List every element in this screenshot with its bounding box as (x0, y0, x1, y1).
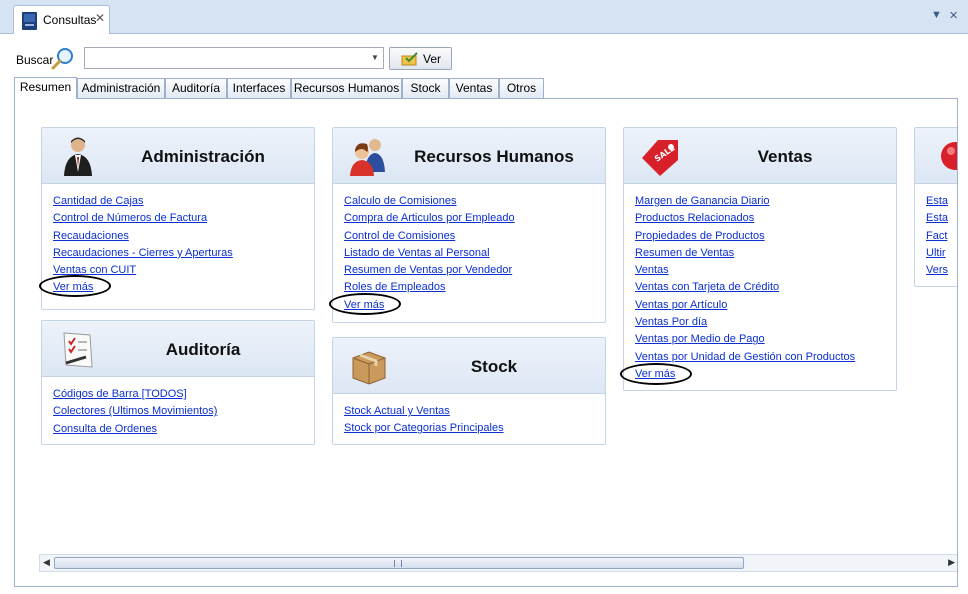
link-ventas-por-articulo[interactable]: Ventas por Artículo (635, 297, 855, 314)
card-header: SALE Ventas (624, 128, 896, 184)
horizontal-scrollbar[interactable]: ◀ ▶ (39, 554, 957, 572)
box-icon (352, 351, 386, 385)
document-tab-consultas[interactable]: Consultas ✕ (13, 5, 110, 34)
link-list: Códigos de Barra [TODOS] Colectores (Ult… (53, 386, 217, 438)
resumen-tab-panel: Administración Cantidad de Cajas Control… (14, 98, 958, 587)
link-recaudaciones-cierres[interactable]: Recaudaciones - Cierres y Aperturas (53, 245, 233, 262)
link-consulta-de-ordenes[interactable]: Consulta de Ordenes (53, 421, 217, 438)
link-colectores[interactable]: Colectores (Ultimos Movimientos) (53, 403, 217, 420)
link-list: Stock Actual y Ventas Stock por Categori… (344, 403, 504, 438)
card-header: Stock (333, 338, 605, 394)
card-title: Recursos Humanos (414, 147, 574, 166)
businessman-icon (64, 137, 92, 176)
link-ventas-con-cuit[interactable]: Ventas con CUIT (53, 262, 233, 279)
search-label: Buscar (16, 53, 54, 67)
link-control-numeros-factura[interactable]: Control de Números de Factura (53, 210, 233, 227)
main-panel: Buscar ▼ Ver Resumen Administración Audi… (0, 34, 968, 594)
tab-auditoria[interactable]: Auditoría (165, 78, 227, 99)
link-stock-actual-ventas[interactable]: Stock Actual y Ventas (344, 403, 504, 420)
search-combobox[interactable]: ▼ (84, 47, 384, 69)
link-partial-4[interactable]: Ultir (926, 245, 948, 262)
link-ventas-por-dia[interactable]: Ventas Por día (635, 314, 855, 331)
link-stock-categorias[interactable]: Stock por Categorias Principales (344, 420, 504, 437)
grip-icon (394, 560, 402, 567)
ver-button-label: Ver (423, 52, 442, 66)
link-propiedades-productos[interactable]: Propiedades de Productos (635, 228, 855, 245)
card-administracion: Administración Cantidad de Cajas Control… (39, 127, 315, 310)
link-productos-relacionados[interactable]: Productos Relacionados (635, 210, 855, 227)
tab-ventas[interactable]: Ventas (449, 78, 499, 99)
link-codigos-de-barra[interactable]: Códigos de Barra [TODOS] (53, 386, 217, 403)
link-roles-empleados[interactable]: Roles de Empleados (344, 279, 515, 296)
link-partial-3[interactable]: Fact (926, 228, 948, 245)
link-listado-ventas-personal[interactable]: Listado de Ventas al Personal (344, 245, 515, 262)
card-ventas: SALE Ventas Margen de Ganancia Diario Pr… (620, 127, 897, 391)
link-list: Margen de Ganancia Diario Productos Rela… (635, 193, 855, 383)
link-cantidad-de-cajas[interactable]: Cantidad de Cajas (53, 193, 233, 210)
scroll-right-icon[interactable]: ▶ (948, 557, 955, 568)
sale-tag-icon: SALE (642, 140, 678, 176)
document-tab-title: Consultas (43, 13, 97, 27)
link-partial-5[interactable]: Vers (926, 262, 948, 279)
ver-button[interactable]: Ver (389, 47, 452, 70)
close-tab-icon[interactable]: ✕ (95, 11, 105, 25)
scroll-left-icon[interactable]: ◀ (43, 557, 50, 568)
link-ventas-tarjeta-credito[interactable]: Ventas con Tarjeta de Crédito (635, 279, 855, 296)
link-ventas-unidad-gestion[interactable]: Ventas por Unidad de Gestión con Product… (635, 349, 855, 366)
document-tab-strip: Consultas ✕ ▼ ✕ (0, 0, 968, 34)
tab-recursos-humanos[interactable]: Recursos Humanos (291, 78, 402, 99)
red-circle-icon (941, 142, 957, 170)
check-folder-icon (401, 52, 418, 66)
link-list: Cantidad de Cajas Control de Números de … (53, 193, 233, 297)
chevron-down-icon[interactable]: ▼ (367, 48, 383, 68)
link-compra-articulos-empleado[interactable]: Compra de Articulos por Empleado (344, 210, 515, 227)
magnifier-icon (51, 48, 73, 70)
app-icon (22, 12, 37, 30)
link-ventas-medio-pago[interactable]: Ventas por Medio de Pago (635, 331, 855, 348)
link-resumen-ventas-vendedor[interactable]: Resumen de Ventas por Vendedor (344, 262, 515, 279)
close-window-icon[interactable]: ✕ (949, 9, 958, 22)
tab-interfaces[interactable]: Interfaces (227, 78, 291, 99)
tab-administracion[interactable]: Administración (77, 78, 165, 99)
card-title: Administración (141, 147, 265, 166)
link-resumen-ventas[interactable]: Resumen de Ventas (635, 245, 855, 262)
tab-stock[interactable]: Stock (402, 78, 449, 99)
card-title: Stock (470, 357, 518, 376)
card-header (915, 128, 957, 184)
link-margen-ganancia[interactable]: Margen de Ganancia Diario (635, 193, 855, 210)
link-control-comisiones[interactable]: Control de Comisiones (344, 228, 515, 245)
link-ver-mas[interactable]: Ver más (344, 297, 515, 314)
card-header: Auditoría (42, 321, 314, 377)
card-partial-otros: Esta Esta Fact Ultir Vers (914, 127, 957, 287)
link-list: Calculo de Comisiones Compra de Articulo… (344, 193, 515, 314)
link-partial-2[interactable]: Esta (926, 210, 948, 227)
scrollbar-thumb[interactable] (54, 557, 744, 569)
link-calculo-comisiones[interactable]: Calculo de Comisiones (344, 193, 515, 210)
window-menu-icon[interactable]: ▼ (931, 9, 942, 21)
link-list: Esta Esta Fact Ultir Vers (926, 193, 948, 279)
people-icon (350, 139, 385, 176)
checklist-icon (63, 332, 93, 368)
link-ventas[interactable]: Ventas (635, 262, 855, 279)
card-auditoria: Auditoría Códigos de Barra [TODOS] Colec… (41, 320, 315, 445)
card-title: Auditoría (165, 340, 241, 359)
card-recursos-humanos: Recursos Humanos Calculo de Comisiones C… (329, 127, 606, 323)
card-header: Recursos Humanos (333, 128, 605, 184)
card-title: Ventas (757, 147, 813, 166)
link-ver-mas[interactable]: Ver más (635, 366, 855, 383)
link-ver-mas[interactable]: Ver más (53, 279, 233, 296)
card-stock: Stock Stock Actual y Ventas Stock por Ca… (332, 337, 606, 445)
tab-otros[interactable]: Otros (499, 78, 544, 99)
link-recaudaciones[interactable]: Recaudaciones (53, 228, 233, 245)
tab-resumen[interactable]: Resumen (14, 77, 77, 99)
link-partial-1[interactable]: Esta (926, 193, 948, 210)
card-header: Administración (42, 128, 314, 184)
